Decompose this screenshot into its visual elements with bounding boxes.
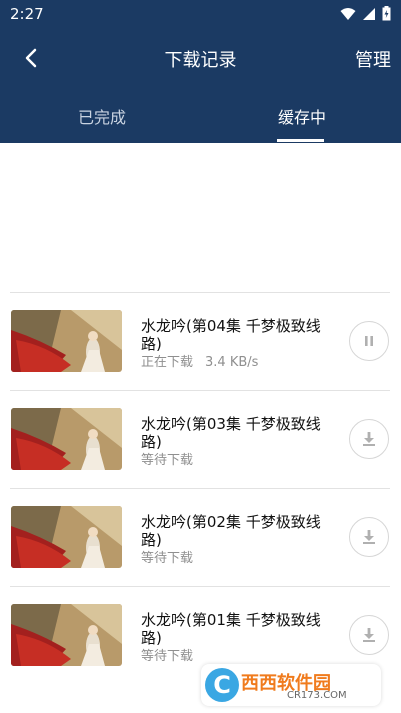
video-thumbnail — [11, 310, 122, 372]
tab-bar: 已完成 缓存中 — [0, 100, 401, 143]
video-thumbnail — [11, 408, 122, 470]
download-button[interactable] — [349, 419, 389, 459]
status-text: 等待下载 — [141, 551, 194, 566]
item-title: 水龙吟(第01集 千梦极致线路) — [141, 611, 321, 647]
video-thumbnail — [11, 604, 122, 666]
item-status: 等待下载 — [141, 547, 193, 566]
status-text: 等待下载 — [141, 453, 194, 468]
status-time: 2:27 — [10, 5, 44, 23]
download-icon — [363, 628, 375, 642]
battery-icon — [382, 6, 391, 21]
download-button[interactable] — [349, 517, 389, 557]
item-status: 正在下载 3.4 KB/s — [141, 351, 258, 370]
page-title: 下载记录 — [164, 50, 237, 71]
video-thumbnail — [11, 506, 122, 568]
pause-button[interactable] — [349, 321, 389, 361]
manage-button[interactable]: 管理 — [355, 46, 391, 72]
watermark: C 西西软件园 CR173.COM — [201, 664, 381, 706]
download-speed: 3.4 KB/s — [205, 355, 259, 370]
tab-completed[interactable]: 已完成 — [78, 104, 126, 128]
tab-caching[interactable]: 缓存中 — [278, 104, 326, 128]
list-item[interactable]: 水龙吟(第02集 千梦极致线路) 等待下载 — [0, 488, 401, 586]
download-icon — [363, 530, 375, 544]
download-icon — [363, 432, 375, 446]
status-bar: 2:27 — [0, 0, 401, 28]
pause-icon — [365, 336, 373, 346]
item-status: 等待下载 — [141, 449, 193, 468]
app-header: 2:27 下载记录 管理 已完成 缓存中 — [0, 0, 401, 143]
list-item[interactable]: 水龙吟(第04集 千梦极致线路) 正在下载 3.4 KB/s — [0, 292, 401, 390]
download-button[interactable] — [349, 615, 389, 655]
active-tab-indicator — [277, 139, 324, 142]
status-text: 正在下载 — [141, 355, 194, 370]
status-icons — [340, 6, 391, 21]
watermark-sub: CR173.COM — [287, 690, 347, 701]
list-item[interactable]: 水龙吟(第03集 千梦极致线路) 等待下载 — [0, 390, 401, 488]
item-title: 水龙吟(第04集 千梦极致线路) — [141, 317, 321, 353]
signal-icon — [363, 7, 375, 20]
watermark-logo: C — [205, 668, 239, 702]
item-status: 等待下载 — [141, 645, 193, 664]
wifi-icon — [340, 7, 356, 20]
status-text: 等待下载 — [141, 649, 194, 664]
item-title: 水龙吟(第02集 千梦极致线路) — [141, 513, 321, 549]
title-bar: 下载记录 管理 — [0, 40, 401, 76]
item-title: 水龙吟(第03集 千梦极致线路) — [141, 415, 321, 451]
